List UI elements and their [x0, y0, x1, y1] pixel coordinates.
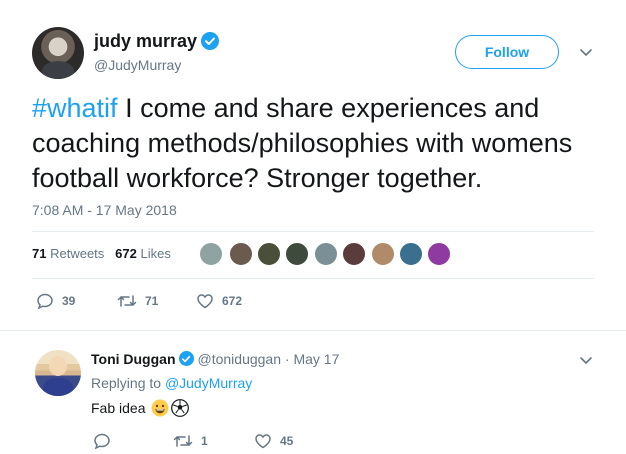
author-handle[interactable]: @JudyMurray	[94, 57, 181, 73]
reply-separator: ·	[281, 351, 294, 367]
like-count: 45	[280, 434, 294, 448]
liker-avatar[interactable]	[399, 242, 423, 266]
likes-stat[interactable]: 672 Likes	[115, 246, 171, 261]
liker-avatar[interactable]	[285, 242, 309, 266]
liker-avatar[interactable]	[199, 242, 223, 266]
replying-handle-link[interactable]: @JudyMurray	[165, 375, 252, 391]
retweets-count: 71	[32, 246, 47, 261]
tweet-text: #whatif I come and share experiences and…	[32, 91, 612, 196]
verified-icon	[178, 351, 194, 366]
liker-avatar[interactable]	[229, 242, 253, 266]
divider	[0, 330, 626, 331]
likes-label: Likes	[140, 246, 171, 261]
chevron-down-icon[interactable]	[578, 44, 594, 60]
grinning-face-emoji	[151, 399, 169, 417]
reply-date[interactable]: May 17	[293, 351, 339, 367]
hashtag-link[interactable]: #whatif	[32, 93, 118, 123]
reply-text: Fab idea	[91, 400, 146, 416]
retweet-count: 71	[145, 294, 159, 308]
like-action[interactable]: 672	[196, 292, 242, 310]
replying-to: Replying to @JudyMurray	[91, 375, 252, 391]
verified-icon	[201, 32, 220, 50]
tweet-timestamp[interactable]: 7:08 AM - 17 May 2018	[32, 202, 177, 218]
follow-button[interactable]: Follow	[455, 35, 559, 69]
reply-author-name[interactable]: Toni Duggan	[91, 351, 176, 367]
retweet-action[interactable]: 71	[117, 292, 158, 310]
author-avatar[interactable]	[32, 27, 84, 79]
liker-avatar[interactable]	[257, 242, 281, 266]
reply-action[interactable]: 39	[36, 292, 75, 310]
liker-avatar[interactable]	[314, 242, 338, 266]
reply-author-handle[interactable]: @toniduggan	[198, 351, 282, 367]
author-name[interactable]: judy murray	[94, 31, 197, 51]
liker-avatar[interactable]	[427, 242, 451, 266]
reply-count: 39	[62, 294, 76, 308]
likes-count: 672	[115, 246, 137, 261]
replying-prefix: Replying to	[91, 375, 165, 391]
reply-text-row: Fab idea	[91, 399, 190, 417]
chevron-down-icon[interactable]	[578, 352, 594, 368]
divider	[32, 278, 594, 279]
reply-header: Toni Duggan @toniduggan · May 17	[91, 351, 339, 367]
author-name-row[interactable]: judy murray	[94, 31, 220, 52]
retweet-action[interactable]: 1	[173, 432, 208, 450]
retweet-icon	[173, 435, 193, 447]
retweets-label: Retweets	[50, 246, 105, 261]
reply-icon	[37, 293, 53, 310]
divider	[32, 231, 594, 232]
like-icon	[255, 434, 271, 449]
like-action[interactable]: 45	[254, 432, 293, 450]
liker-avatar[interactable]	[371, 242, 395, 266]
like-count: 672	[222, 294, 243, 308]
reply-author-avatar[interactable]	[35, 350, 81, 396]
reply-icon	[94, 433, 110, 450]
retweet-icon	[117, 295, 137, 307]
engagement-stats: 71 Retweets 672 Likes	[32, 246, 171, 261]
like-icon	[197, 294, 213, 309]
soccer-ball-emoji	[171, 399, 190, 417]
retweet-count: 1	[201, 434, 208, 448]
retweets-stat[interactable]: 71 Retweets	[32, 246, 104, 261]
liker-avatar[interactable]	[342, 242, 366, 266]
reply-action[interactable]	[93, 432, 119, 450]
